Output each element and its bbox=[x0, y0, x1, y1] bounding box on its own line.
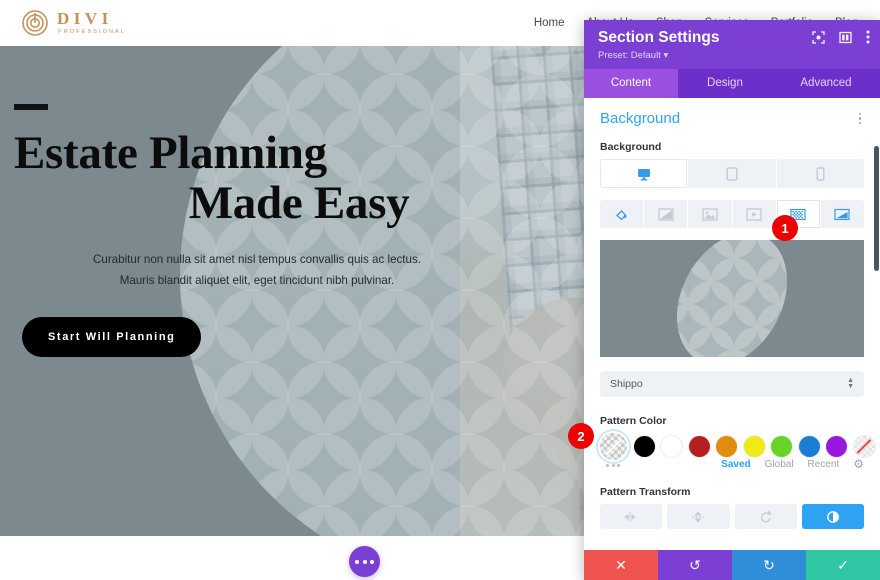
background-type-color-button[interactable] bbox=[600, 200, 645, 228]
transform-flip-vertical-button[interactable] bbox=[667, 504, 730, 529]
select-stepper-icon: ▲ ▼ bbox=[847, 377, 854, 390]
panel-scrollbar-track[interactable] bbox=[873, 98, 880, 550]
hero-cta-button[interactable]: Start Will Planning bbox=[22, 317, 202, 358]
device-tablet-button[interactable] bbox=[688, 159, 777, 188]
swatch-blue[interactable] bbox=[798, 436, 820, 457]
pattern-transform-label: Pattern Transform bbox=[600, 486, 691, 498]
nav-item-home[interactable]: Home bbox=[534, 17, 565, 29]
save-button[interactable]: ✓ bbox=[806, 550, 880, 580]
annotation-badge-2: 2 bbox=[568, 423, 594, 449]
cancel-button[interactable]: ✕ bbox=[584, 550, 658, 580]
color-settings-gear-icon[interactable]: ⚙ bbox=[853, 458, 864, 470]
device-desktop-button[interactable] bbox=[600, 159, 689, 188]
background-type-video-button[interactable] bbox=[732, 200, 777, 228]
panel-header: Section Settings Preset: Default ▾ bbox=[584, 20, 880, 69]
layout-icon[interactable] bbox=[839, 31, 852, 49]
hero-content: Estate Planning Made Easy Curabitur non … bbox=[0, 46, 560, 536]
annotation-badge-1: 1 bbox=[772, 215, 798, 241]
pattern-style-select[interactable]: Shippo ▲ ▼ bbox=[600, 371, 864, 397]
swatch-green[interactable] bbox=[771, 436, 792, 457]
color-palette-tabs: Saved Global Recent ⚙ bbox=[600, 458, 864, 470]
undo-button[interactable]: ↺ bbox=[658, 550, 732, 580]
section-options-kebab-icon[interactable] bbox=[856, 111, 865, 127]
background-type-row bbox=[600, 200, 864, 228]
builder-menu-fab[interactable] bbox=[349, 546, 380, 577]
dot bbox=[355, 559, 359, 564]
panel-preset-dropdown[interactable]: Preset: Default ▾ bbox=[598, 50, 866, 61]
hero-title: Estate Planning Made Easy bbox=[14, 128, 530, 229]
color-tab-recent[interactable]: Recent bbox=[808, 459, 840, 470]
color-tab-global[interactable]: Global bbox=[765, 459, 794, 470]
pattern-color-swatches bbox=[600, 433, 875, 460]
target-icon[interactable] bbox=[812, 30, 825, 49]
tab-advanced[interactable]: Advanced bbox=[772, 69, 880, 98]
device-toggle-row bbox=[600, 159, 864, 188]
panel-body: Background Background Shippo ▲ ▼ Pattern… bbox=[584, 98, 880, 550]
dot bbox=[611, 464, 615, 467]
panel-header-icons bbox=[812, 30, 870, 49]
hero-divider bbox=[14, 104, 48, 110]
kebab-menu-icon[interactable] bbox=[866, 30, 870, 49]
transform-invert-button[interactable] bbox=[801, 504, 864, 529]
pattern-style-value: Shippo bbox=[610, 378, 643, 390]
panel-tabs: Content Design Advanced bbox=[584, 69, 880, 98]
tab-design[interactable]: Design bbox=[678, 69, 772, 98]
pattern-preview bbox=[600, 240, 864, 357]
redo-button[interactable]: ↻ bbox=[732, 550, 806, 580]
hero-subtitle-line1: Curabitur non nulla sit amet nisl tempus… bbox=[93, 252, 421, 266]
dot bbox=[606, 464, 609, 467]
panel-preset-label: Preset: Default bbox=[598, 50, 661, 61]
background-type-mask-button[interactable] bbox=[820, 200, 864, 228]
panel-scrollbar-thumb[interactable] bbox=[874, 146, 879, 271]
swatch-white[interactable] bbox=[661, 436, 682, 457]
pattern-preview-shape bbox=[654, 240, 810, 357]
dot bbox=[858, 112, 861, 116]
hero-title-line1: Estate Planning bbox=[14, 127, 327, 179]
background-type-image-button[interactable] bbox=[688, 200, 733, 228]
background-field-label: Background bbox=[600, 141, 662, 153]
pattern-preview-tile bbox=[654, 240, 810, 357]
hero-subtitle: Curabitur non nulla sit amet nisl tempus… bbox=[14, 249, 530, 292]
divi-logo-icon bbox=[22, 10, 48, 36]
panel-action-bar: ✕ ↺ ↻ ✓ bbox=[584, 550, 880, 580]
swatch-dark-red[interactable] bbox=[688, 436, 710, 457]
section-title-background[interactable]: Background bbox=[600, 110, 680, 127]
transform-rotate-button[interactable] bbox=[734, 504, 797, 529]
swatch-transparent-checker[interactable] bbox=[600, 433, 627, 460]
section-settings-panel: Section Settings Preset: Default ▾ Conte… bbox=[584, 20, 880, 580]
background-type-gradient-button[interactable] bbox=[644, 200, 689, 228]
logo-text: DIVI PROFESSIONAL bbox=[57, 10, 126, 36]
dot bbox=[858, 121, 861, 125]
dot bbox=[858, 117, 861, 120]
transform-flip-horizontal-button[interactable] bbox=[600, 504, 663, 529]
dot bbox=[370, 559, 374, 564]
color-tab-saved[interactable]: Saved bbox=[721, 459, 750, 470]
swatch-none[interactable] bbox=[853, 436, 875, 457]
swatch-purple[interactable] bbox=[826, 436, 847, 457]
swatch-black[interactable] bbox=[633, 436, 655, 457]
pattern-color-label: Pattern Color bbox=[600, 415, 667, 427]
device-phone-button[interactable] bbox=[776, 159, 864, 188]
swatch-orange[interactable] bbox=[716, 436, 737, 457]
dot bbox=[362, 559, 367, 564]
panel-scroll-content: Background Background Shippo ▲ ▼ Pattern… bbox=[584, 98, 880, 529]
swatch-yellow[interactable] bbox=[743, 436, 765, 457]
dot bbox=[617, 464, 620, 467]
site-logo[interactable]: DIVI PROFESSIONAL bbox=[22, 10, 126, 36]
hero-subtitle-line2: Mauris blandit aliquet elit, eget tincid… bbox=[119, 274, 395, 287]
hero-title-line2: Made Easy bbox=[188, 177, 410, 230]
pattern-transform-row bbox=[600, 504, 864, 529]
logo-title: DIVI bbox=[57, 9, 113, 29]
background-section-header: Background bbox=[600, 110, 864, 127]
tab-content[interactable]: Content bbox=[584, 69, 678, 98]
logo-subtitle: PROFESSIONAL bbox=[58, 29, 126, 36]
